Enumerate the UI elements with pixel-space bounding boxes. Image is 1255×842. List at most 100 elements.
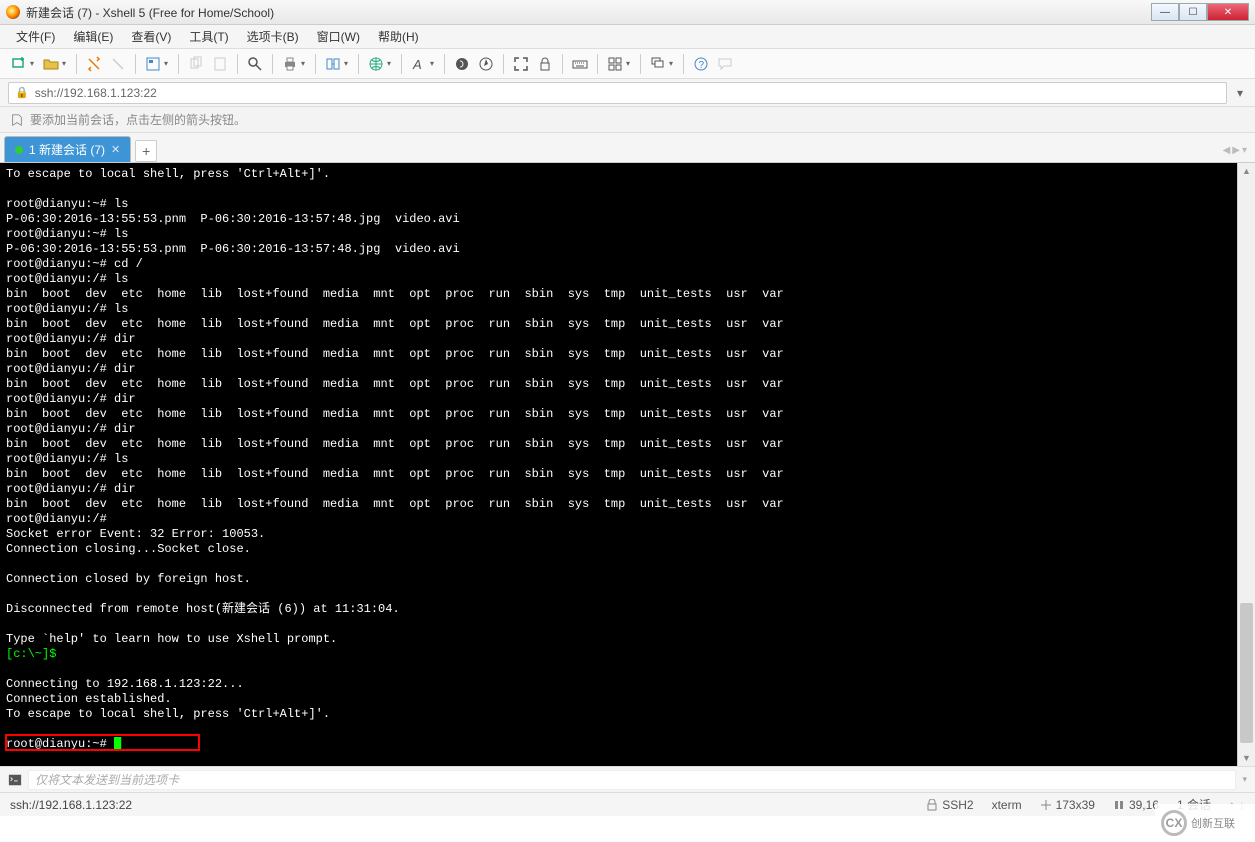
- separator: [503, 54, 504, 74]
- highlight-box: [5, 734, 200, 751]
- tab-next-icon[interactable]: ▶: [1232, 145, 1240, 156]
- watermark: CX 创新互联: [1155, 804, 1255, 842]
- script-button[interactable]: [451, 53, 473, 75]
- address-bar: 🔒 ssh://192.168.1.123:22 ▾: [0, 79, 1255, 107]
- address-input[interactable]: 🔒 ssh://192.168.1.123:22: [8, 82, 1227, 104]
- separator: [135, 54, 136, 74]
- terminal-icon: [8, 773, 22, 787]
- lock-button[interactable]: [534, 53, 556, 75]
- tab-nav: ◀ ▶ ▾: [1223, 145, 1247, 156]
- send-placeholder: 仅将文本发送到当前选项卡: [35, 771, 179, 788]
- terminal-pane[interactable]: To escape to local shell, press 'Ctrl+Al…: [0, 163, 1255, 766]
- menubar: 文件(F) 编辑(E) 查看(V) 工具(T) 选项卡(B) 窗口(W) 帮助(…: [0, 25, 1255, 49]
- font-button[interactable]: A: [408, 53, 430, 75]
- send-input[interactable]: 仅将文本发送到当前选项卡: [28, 770, 1236, 790]
- keyboard-button[interactable]: [569, 53, 591, 75]
- separator: [562, 54, 563, 74]
- menu-tools[interactable]: 工具(T): [181, 26, 236, 47]
- disconnect-button[interactable]: [107, 53, 129, 75]
- reconnect-button[interactable]: [83, 53, 105, 75]
- separator: [272, 54, 273, 74]
- open-dropdown[interactable]: ▾: [62, 59, 70, 68]
- separator: [640, 54, 641, 74]
- watermark-logo-icon: CX: [1161, 810, 1187, 836]
- tab-close-icon[interactable]: ✕: [111, 143, 120, 156]
- menu-tabs[interactable]: 选项卡(B): [239, 26, 307, 47]
- menu-file[interactable]: 文件(F): [8, 26, 63, 47]
- tab-prev-icon[interactable]: ◀: [1223, 145, 1231, 156]
- add-tab-button[interactable]: +: [135, 140, 157, 162]
- props-dropdown[interactable]: ▾: [164, 59, 172, 68]
- compass-button[interactable]: [475, 53, 497, 75]
- send-dropdown[interactable]: ▾: [1242, 774, 1247, 785]
- globe-dropdown[interactable]: ▾: [387, 59, 395, 68]
- titlebar: 新建会话 (7) - Xshell 5 (Free for Home/Schoo…: [0, 0, 1255, 25]
- status-termtype: xterm: [992, 798, 1022, 812]
- toolbar: ▾ ▾ ▾ ▾ ▾ ▾ A ▾ ▾ ▾ ?: [0, 49, 1255, 79]
- status-size: 173x39: [1040, 798, 1095, 812]
- menu-view[interactable]: 查看(V): [123, 26, 179, 47]
- menu-edit[interactable]: 编辑(E): [65, 26, 121, 47]
- new-session-button[interactable]: [8, 53, 30, 75]
- terminal-prompt-local: [c:\~]$: [6, 647, 56, 661]
- terminal-output[interactable]: To escape to local shell, press 'Ctrl+Al…: [0, 163, 1255, 751]
- scroll-down-icon[interactable]: ▼: [1238, 750, 1255, 766]
- copy-button[interactable]: [185, 53, 207, 75]
- separator: [237, 54, 238, 74]
- terminal-scrollbar[interactable]: ▲ ▼: [1237, 163, 1255, 766]
- address-text: ssh://192.168.1.123:22: [35, 86, 157, 100]
- address-dropdown[interactable]: ▾: [1233, 86, 1247, 100]
- lock-icon: 🔒: [15, 86, 29, 99]
- find-button[interactable]: [244, 53, 266, 75]
- session-tab[interactable]: 1 新建会话 (7) ✕: [4, 136, 131, 162]
- size-icon: [1040, 799, 1052, 811]
- new-dropdown[interactable]: ▾: [30, 59, 38, 68]
- tile-dropdown[interactable]: ▾: [626, 59, 634, 68]
- maximize-button[interactable]: ☐: [1179, 3, 1207, 21]
- terminal-text-1: To escape to local shell, press 'Ctrl+Al…: [6, 167, 784, 646]
- menu-help[interactable]: 帮助(H): [370, 26, 427, 47]
- separator: [401, 54, 402, 74]
- pos-icon: [1113, 799, 1125, 811]
- status-address: ssh://192.168.1.123:22: [10, 798, 908, 812]
- help-button[interactable]: ?: [690, 53, 712, 75]
- scroll-thumb[interactable]: [1240, 603, 1253, 743]
- tab-list-icon[interactable]: ▾: [1242, 145, 1247, 156]
- svg-text:?: ?: [699, 60, 705, 71]
- transfer-button[interactable]: [322, 53, 344, 75]
- status-bar: ssh://192.168.1.123:22 SSH2 xterm 173x39…: [0, 792, 1255, 816]
- properties-button[interactable]: [142, 53, 164, 75]
- tab-label: 1 新建会话 (7): [29, 141, 105, 158]
- open-button[interactable]: [40, 53, 62, 75]
- separator: [178, 54, 179, 74]
- fullscreen-button[interactable]: [510, 53, 532, 75]
- menu-window[interactable]: 窗口(W): [309, 26, 368, 47]
- tile-button[interactable]: [604, 53, 626, 75]
- bookmark-icon[interactable]: [10, 113, 24, 127]
- status-protocol: SSH2: [926, 798, 973, 812]
- close-button[interactable]: ✕: [1207, 3, 1249, 21]
- font-dropdown[interactable]: ▾: [430, 59, 438, 68]
- hint-bar: 要添加当前会话，点击左侧的箭头按钮。: [0, 107, 1255, 133]
- minimize-button[interactable]: —: [1151, 3, 1179, 21]
- status-pos: 39,16: [1113, 798, 1159, 812]
- separator: [444, 54, 445, 74]
- hint-text: 要添加当前会话，点击左侧的箭头按钮。: [30, 111, 246, 128]
- globe-button[interactable]: [365, 53, 387, 75]
- separator: [358, 54, 359, 74]
- print-button[interactable]: [279, 53, 301, 75]
- print-dropdown[interactable]: ▾: [301, 59, 309, 68]
- paste-button[interactable]: [209, 53, 231, 75]
- app-icon: [6, 5, 20, 19]
- cascade-dropdown[interactable]: ▾: [669, 59, 677, 68]
- cascade-button[interactable]: [647, 53, 669, 75]
- scroll-up-icon[interactable]: ▲: [1238, 163, 1255, 179]
- watermark-text: 创新互联: [1191, 815, 1235, 831]
- transfer-dropdown[interactable]: ▾: [344, 59, 352, 68]
- separator: [315, 54, 316, 74]
- tab-bar: 1 新建会话 (7) ✕ + ◀ ▶ ▾: [0, 133, 1255, 163]
- chat-button[interactable]: [714, 53, 736, 75]
- lock-icon: [926, 799, 938, 811]
- window-controls: — ☐ ✕: [1151, 3, 1249, 21]
- send-bar: 仅将文本发送到当前选项卡 ▾: [0, 766, 1255, 792]
